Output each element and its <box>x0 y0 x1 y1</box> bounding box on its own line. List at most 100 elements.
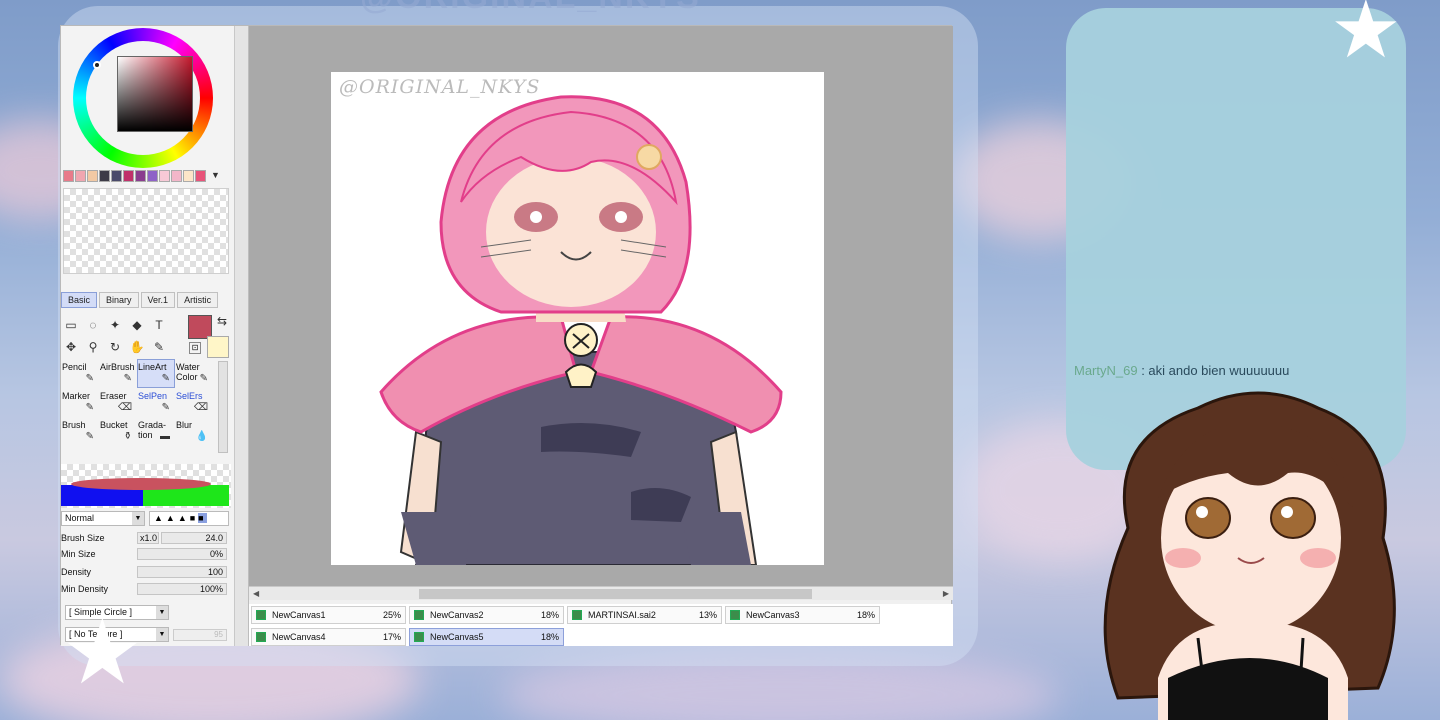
document-name: NewCanvas2 <box>430 610 484 620</box>
hand-icon[interactable]: ✋ <box>127 338 147 356</box>
paint-tool-sai-window: ▼ Basic Binary Ver.1 Artistic ▭ ◌ ✦ ◆ T ✥ ⚲… <box>60 25 953 646</box>
brush-shape-buttons: ▲▲▲■■ <box>149 511 229 526</box>
brush-shape-selected-icon[interactable]: ■ <box>198 513 207 523</box>
document-tab[interactable]: NewCanvas3 18% <box>725 606 880 624</box>
color-swatch[interactable] <box>111 170 122 182</box>
document-zoom: 25% <box>382 610 401 620</box>
brush-shape-icon[interactable]: ▲▲▲■ <box>154 513 198 523</box>
brush-airbrush[interactable]: AirBrush ✎ <box>99 359 137 388</box>
magic-wand-icon[interactable]: ✦ <box>105 316 125 334</box>
document-icon <box>256 632 266 642</box>
scrollbar-thumb[interactable] <box>419 589 812 599</box>
saturation-value-square[interactable] <box>117 56 193 132</box>
color-swatch[interactable] <box>147 170 158 182</box>
texture-strength[interactable]: 95 <box>173 629 227 641</box>
document-tab[interactable]: NewCanvas2 18% <box>409 606 564 624</box>
color-swatch[interactable] <box>159 170 170 182</box>
brush-size-row: Brush Size x1.0 24.0 <box>61 532 231 546</box>
document-tab[interactable]: NewCanvas5 18% <box>409 628 564 646</box>
brush-size-multiplier[interactable]: x1.0 <box>137 532 159 544</box>
tab-artistic[interactable]: Artistic <box>177 292 219 308</box>
brush-size-value[interactable]: 24.0 <box>161 532 227 544</box>
min-size-value[interactable]: 0% <box>137 548 227 560</box>
brush-scrollbar[interactable] <box>218 361 228 453</box>
brush-icon: ⚱ <box>123 431 132 442</box>
swatch-bar: ▼ <box>61 170 234 184</box>
document-icon <box>414 632 424 642</box>
lasso-icon[interactable]: ◌ <box>83 316 103 334</box>
move-icon[interactable]: ✥ <box>61 338 81 356</box>
min-size-label: Min Size <box>61 549 96 559</box>
streamer-avatar <box>1103 391 1396 720</box>
color-swatch[interactable] <box>135 170 146 182</box>
document-zoom: 18% <box>540 610 559 620</box>
blend-mode-value: Normal <box>65 513 95 523</box>
tab-basic[interactable]: Basic <box>61 292 98 308</box>
brush-brush[interactable]: Brush ✎ <box>61 417 99 446</box>
color-swatch[interactable] <box>87 170 98 182</box>
color-swatch[interactable] <box>183 170 194 182</box>
chat-message: MartyN_69 : aki ando bien wuuuuuuu <box>1074 363 1289 378</box>
tab-ver-1[interactable]: Ver.1 <box>140 292 176 308</box>
brush-label: SelErs <box>176 391 203 401</box>
eyedropper-icon[interactable]: ✎ <box>149 338 169 356</box>
brush-lineart[interactable]: LineArt ✎ <box>137 359 175 388</box>
document-tab[interactable]: NewCanvas4 17% <box>251 628 406 646</box>
scroll-right-icon[interactable]: ▶ <box>943 587 949 601</box>
brush-label: Bucket <box>100 420 128 430</box>
brush-blur[interactable]: Blur 💧 <box>175 417 213 446</box>
brush-water-color[interactable]: Water Color ✎ <box>175 359 213 388</box>
color-wheel[interactable] <box>73 28 213 168</box>
brush-icon: ⌫ <box>193 402 208 413</box>
color-swatch[interactable] <box>171 170 182 182</box>
chevron-down-icon[interactable]: ▼ <box>211 170 220 184</box>
brush-marker[interactable]: Marker ✎ <box>61 388 99 417</box>
transparent-color-icon[interactable]: ⊡ <box>189 342 201 354</box>
brush-selpen[interactable]: SelPen ✎ <box>137 388 175 417</box>
density-value[interactable]: 100 <box>137 566 227 578</box>
secondary-color[interactable] <box>207 336 229 358</box>
horizontal-scrollbar[interactable]: ◀ ▶ <box>249 586 953 600</box>
swap-colors-icon[interactable]: ⇆ <box>217 314 227 328</box>
color-swatch[interactable] <box>123 170 134 182</box>
stream-watermark: @ORIGINAL_NKYS <box>360 0 701 17</box>
brush-label: Brush <box>62 420 86 430</box>
color-swatch[interactable] <box>99 170 110 182</box>
rotate-icon[interactable]: ↻ <box>105 338 125 356</box>
hue-marker-icon[interactable] <box>93 61 101 69</box>
star-icon: ★ <box>62 603 143 703</box>
brush-icon: ✎ <box>85 373 94 384</box>
character-drawing <box>379 95 783 565</box>
min-size-row: Min Size 0% <box>61 548 231 562</box>
brush-eraser[interactable]: Eraser ⌫ <box>99 388 137 417</box>
text-icon[interactable]: T <box>149 316 169 334</box>
tab-binary[interactable]: Binary <box>99 292 139 308</box>
zoom-icon[interactable]: ⚲ <box>83 338 103 356</box>
document-name: NewCanvas1 <box>272 610 326 620</box>
drawing-canvas[interactable]: @ORIGINAL_NKYS <box>331 72 824 565</box>
panel-splitter[interactable] <box>235 26 249 646</box>
color-swatch[interactable] <box>195 170 206 182</box>
document-tab[interactable]: MARTINSAI.sai2 13% <box>567 606 722 624</box>
tool-panel: ▼ Basic Binary Ver.1 Artistic ▭ ◌ ✦ ◆ T ✥ ⚲… <box>61 26 235 646</box>
color-swatch[interactable] <box>63 170 74 182</box>
document-icon <box>730 610 740 620</box>
scratchpad[interactable] <box>63 188 229 274</box>
brush-bucket[interactable]: Bucket ⚱ <box>99 417 137 446</box>
brush-selers[interactable]: SelErs ⌫ <box>175 388 213 417</box>
select-rect-icon[interactable]: ▭ <box>61 316 81 334</box>
tool-tabs: Basic Binary Ver.1 Artistic <box>61 292 219 308</box>
canvas-area[interactable]: @ORIGINAL_NKYS <box>249 26 953 586</box>
tool-icons: ▭ ◌ ✦ ◆ T ✥ ⚲ ↻ ✋ ✎ <box>61 316 181 356</box>
brush-grada-tion[interactable]: Grada- tion ▬ <box>137 417 175 446</box>
blend-mode-select[interactable]: Normal ▼ <box>61 511 145 526</box>
document-tab[interactable]: NewCanvas1 25% <box>251 606 406 624</box>
document-tabs: NewCanvas1 25% NewCanvas2 18% MARTINSAI.sai2… <box>249 604 953 646</box>
scroll-left-icon[interactable]: ◀ <box>253 587 259 601</box>
document-zoom: 18% <box>856 610 875 620</box>
color-swatch[interactable] <box>75 170 86 182</box>
min-density-value[interactable]: 100% <box>137 583 227 595</box>
fill-select-icon[interactable]: ◆ <box>127 316 147 334</box>
brush-pencil[interactable]: Pencil ✎ <box>61 359 99 388</box>
document-zoom: 18% <box>540 632 559 642</box>
